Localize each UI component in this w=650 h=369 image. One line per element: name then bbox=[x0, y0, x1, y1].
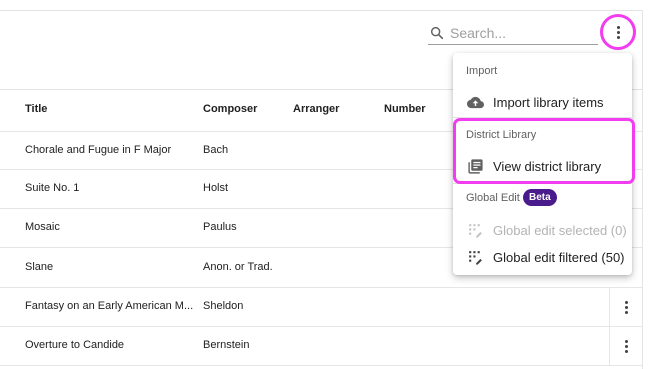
beta-badge: Beta bbox=[523, 189, 557, 206]
composer-cell: Bernstein bbox=[203, 339, 250, 351]
library-page: Title Composer Arranger Number Chorale a… bbox=[0, 0, 650, 369]
composer-cell: Bach bbox=[203, 144, 229, 156]
menu-item-label: Import library items bbox=[493, 94, 604, 110]
composer-cell: Anon. or Trad. bbox=[203, 261, 273, 273]
composer-cell: Paulus bbox=[203, 221, 237, 233]
title-cell: Fantasy on an Early American M... bbox=[25, 300, 194, 312]
more-vert-icon bbox=[625, 301, 628, 314]
menu-section-global-edit: Global Edit bbox=[466, 192, 520, 204]
search-icon bbox=[430, 26, 444, 39]
title-cell: Overture to Candide bbox=[25, 339, 125, 351]
menu-item-label: Global edit filtered (50) bbox=[493, 249, 625, 265]
title-cell: Suite No. 1 bbox=[25, 182, 80, 194]
global-edit-selected-item[interactable]: Global edit selected (0) bbox=[453, 217, 632, 243]
column-header-arranger[interactable]: Arranger bbox=[293, 103, 339, 115]
column-header-number[interactable]: Number bbox=[384, 103, 426, 115]
table-row[interactable]: Overture to Candide Bernstein bbox=[0, 327, 643, 366]
menu-section-import: Import bbox=[466, 65, 498, 77]
district-library-highlight bbox=[453, 118, 635, 184]
import-library-items-item[interactable]: Import library items bbox=[453, 89, 632, 115]
grid-edit-icon bbox=[469, 223, 482, 238]
title-cell: Mosaic bbox=[25, 221, 60, 233]
title-cell: Chorale and Fugue in F Major bbox=[25, 144, 172, 156]
search-box[interactable] bbox=[428, 21, 598, 45]
menu-item-label: Global edit selected (0) bbox=[493, 222, 627, 238]
title-cell: Slane bbox=[25, 261, 54, 273]
more-vert-icon bbox=[616, 25, 620, 39]
cloud-upload-icon bbox=[467, 96, 484, 108]
more-options-button[interactable] bbox=[600, 14, 636, 50]
column-header-title[interactable]: Title bbox=[25, 103, 47, 115]
row-more-button[interactable] bbox=[609, 288, 643, 327]
composer-cell: Holst bbox=[203, 182, 229, 194]
composer-cell: Sheldon bbox=[203, 300, 244, 312]
grid-edit-icon bbox=[469, 250, 482, 265]
row-more-button[interactable] bbox=[609, 327, 643, 366]
table-row[interactable]: Fantasy on an Early American M... Sheldo… bbox=[0, 288, 643, 327]
global-edit-filtered-item[interactable]: Global edit filtered (50) bbox=[453, 244, 632, 270]
column-header-composer[interactable]: Composer bbox=[203, 103, 257, 115]
search-input[interactable] bbox=[450, 24, 590, 41]
more-vert-icon bbox=[625, 340, 628, 353]
